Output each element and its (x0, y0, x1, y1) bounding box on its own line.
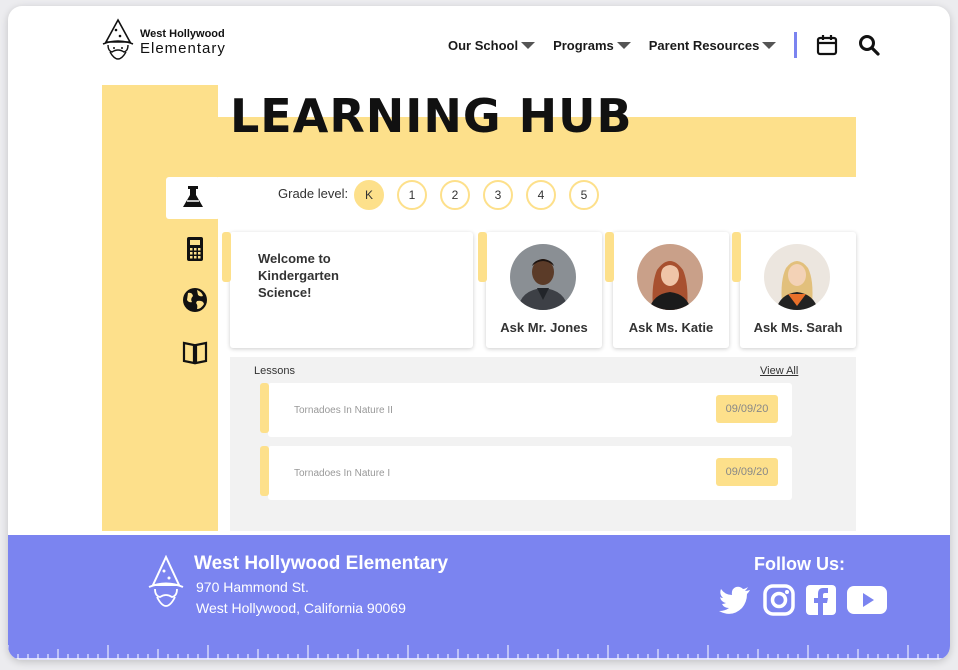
wizard-logo-icon (102, 18, 134, 60)
lesson-date-badge: 09/09/20 (716, 458, 778, 486)
lessons-panel: Lessons View All Tornadoes In Nature II … (230, 357, 856, 531)
book-icon[interactable] (182, 339, 208, 365)
teacher-photo-sarah (764, 244, 830, 310)
nav-label: Programs (553, 37, 614, 53)
footer-address-line2: West Hollywood, California 90069 (196, 600, 406, 616)
card-tab (222, 232, 231, 282)
globe-icon[interactable] (182, 287, 208, 313)
lesson-date-badge: 09/09/20 (716, 395, 778, 423)
nav-label: Parent Resources (648, 37, 760, 53)
teacher-photo-katie (637, 244, 703, 310)
lesson-item[interactable]: Tornadoes In Nature I 09/09/20 (260, 446, 792, 500)
wizard-logo-icon (148, 555, 184, 607)
search-icon[interactable] (857, 33, 881, 57)
grade-4-button[interactable]: 4 (526, 180, 556, 210)
site-footer: West Hollywood Elementary 970 Hammond St… (8, 535, 950, 660)
teacher-name: Ask Mr. Jones (500, 320, 588, 335)
nav-our-school[interactable]: Our School (448, 37, 536, 53)
teacher-card-jones[interactable]: Ask Mr. Jones (478, 232, 602, 348)
nav-programs[interactable]: Programs (553, 38, 631, 53)
view-all-link[interactable]: View All (760, 365, 798, 377)
nav-label: Our School (448, 37, 519, 53)
page-title: LEARNING HUB (230, 89, 633, 143)
lesson-tab (260, 383, 269, 433)
page-frame: West Hollywood Elementary Our School Pro… (8, 6, 950, 660)
grade-3-button[interactable]: 3 (483, 180, 513, 210)
follow-us-label: Follow Us: (754, 554, 845, 574)
grade-2-button[interactable]: 2 (440, 180, 470, 210)
nav-parent-resources[interactable]: Parent Resources (649, 38, 777, 53)
grade-1-button[interactable]: 1 (397, 180, 427, 210)
lessons-title: Lessons (254, 365, 295, 377)
youtube-icon[interactable] (846, 583, 888, 617)
lesson-item[interactable]: Tornadoes In Nature II 09/09/20 (260, 383, 792, 437)
caret-down-icon (762, 41, 777, 49)
caret-down-icon (521, 41, 536, 49)
flask-icon[interactable] (180, 184, 206, 210)
grade-5-button[interactable]: 5 (569, 180, 599, 210)
ruler-border (8, 645, 950, 660)
teacher-name: Ask Ms. Sarah (753, 320, 843, 335)
teacher-card-katie[interactable]: Ask Ms. Katie (605, 232, 729, 348)
caret-down-icon (616, 41, 631, 49)
calculator-icon[interactable] (182, 236, 208, 262)
lesson-name: Tornadoes In Nature I (294, 468, 391, 479)
logo-title: West Hollywood (140, 27, 225, 40)
footer-address-line1: 970 Hammond St. (196, 579, 309, 595)
grade-level-label: Grade level: (278, 186, 349, 201)
teacher-name: Ask Ms. Katie (628, 320, 714, 335)
twitter-icon[interactable] (718, 583, 752, 617)
logo-subtitle: Elementary (140, 39, 226, 57)
lesson-tab (260, 446, 269, 496)
grade-k-button[interactable]: K (354, 180, 384, 210)
main-nav: Our School Programs Parent Resources (448, 32, 893, 58)
card-tab (732, 232, 741, 282)
school-logo[interactable]: West Hollywood Elementary (100, 18, 226, 66)
calendar-icon[interactable] (815, 33, 839, 57)
instagram-icon[interactable] (762, 583, 796, 617)
footer-school-name: West Hollywood Elementary (194, 553, 449, 574)
card-tab (605, 232, 614, 282)
nav-divider (794, 32, 798, 58)
avatar (764, 244, 830, 310)
teacher-card-sarah[interactable]: Ask Ms. Sarah (732, 232, 856, 348)
lesson-name: Tornadoes In Nature II (294, 405, 393, 416)
card-tab (478, 232, 487, 282)
welcome-card: Welcome to Kindergarten Science! (222, 232, 473, 348)
avatar (510, 244, 576, 310)
facebook-icon[interactable] (804, 583, 838, 617)
avatar (637, 244, 703, 310)
welcome-text: Welcome to Kindergarten Science! (258, 251, 339, 300)
teacher-photo-jones (510, 244, 576, 310)
